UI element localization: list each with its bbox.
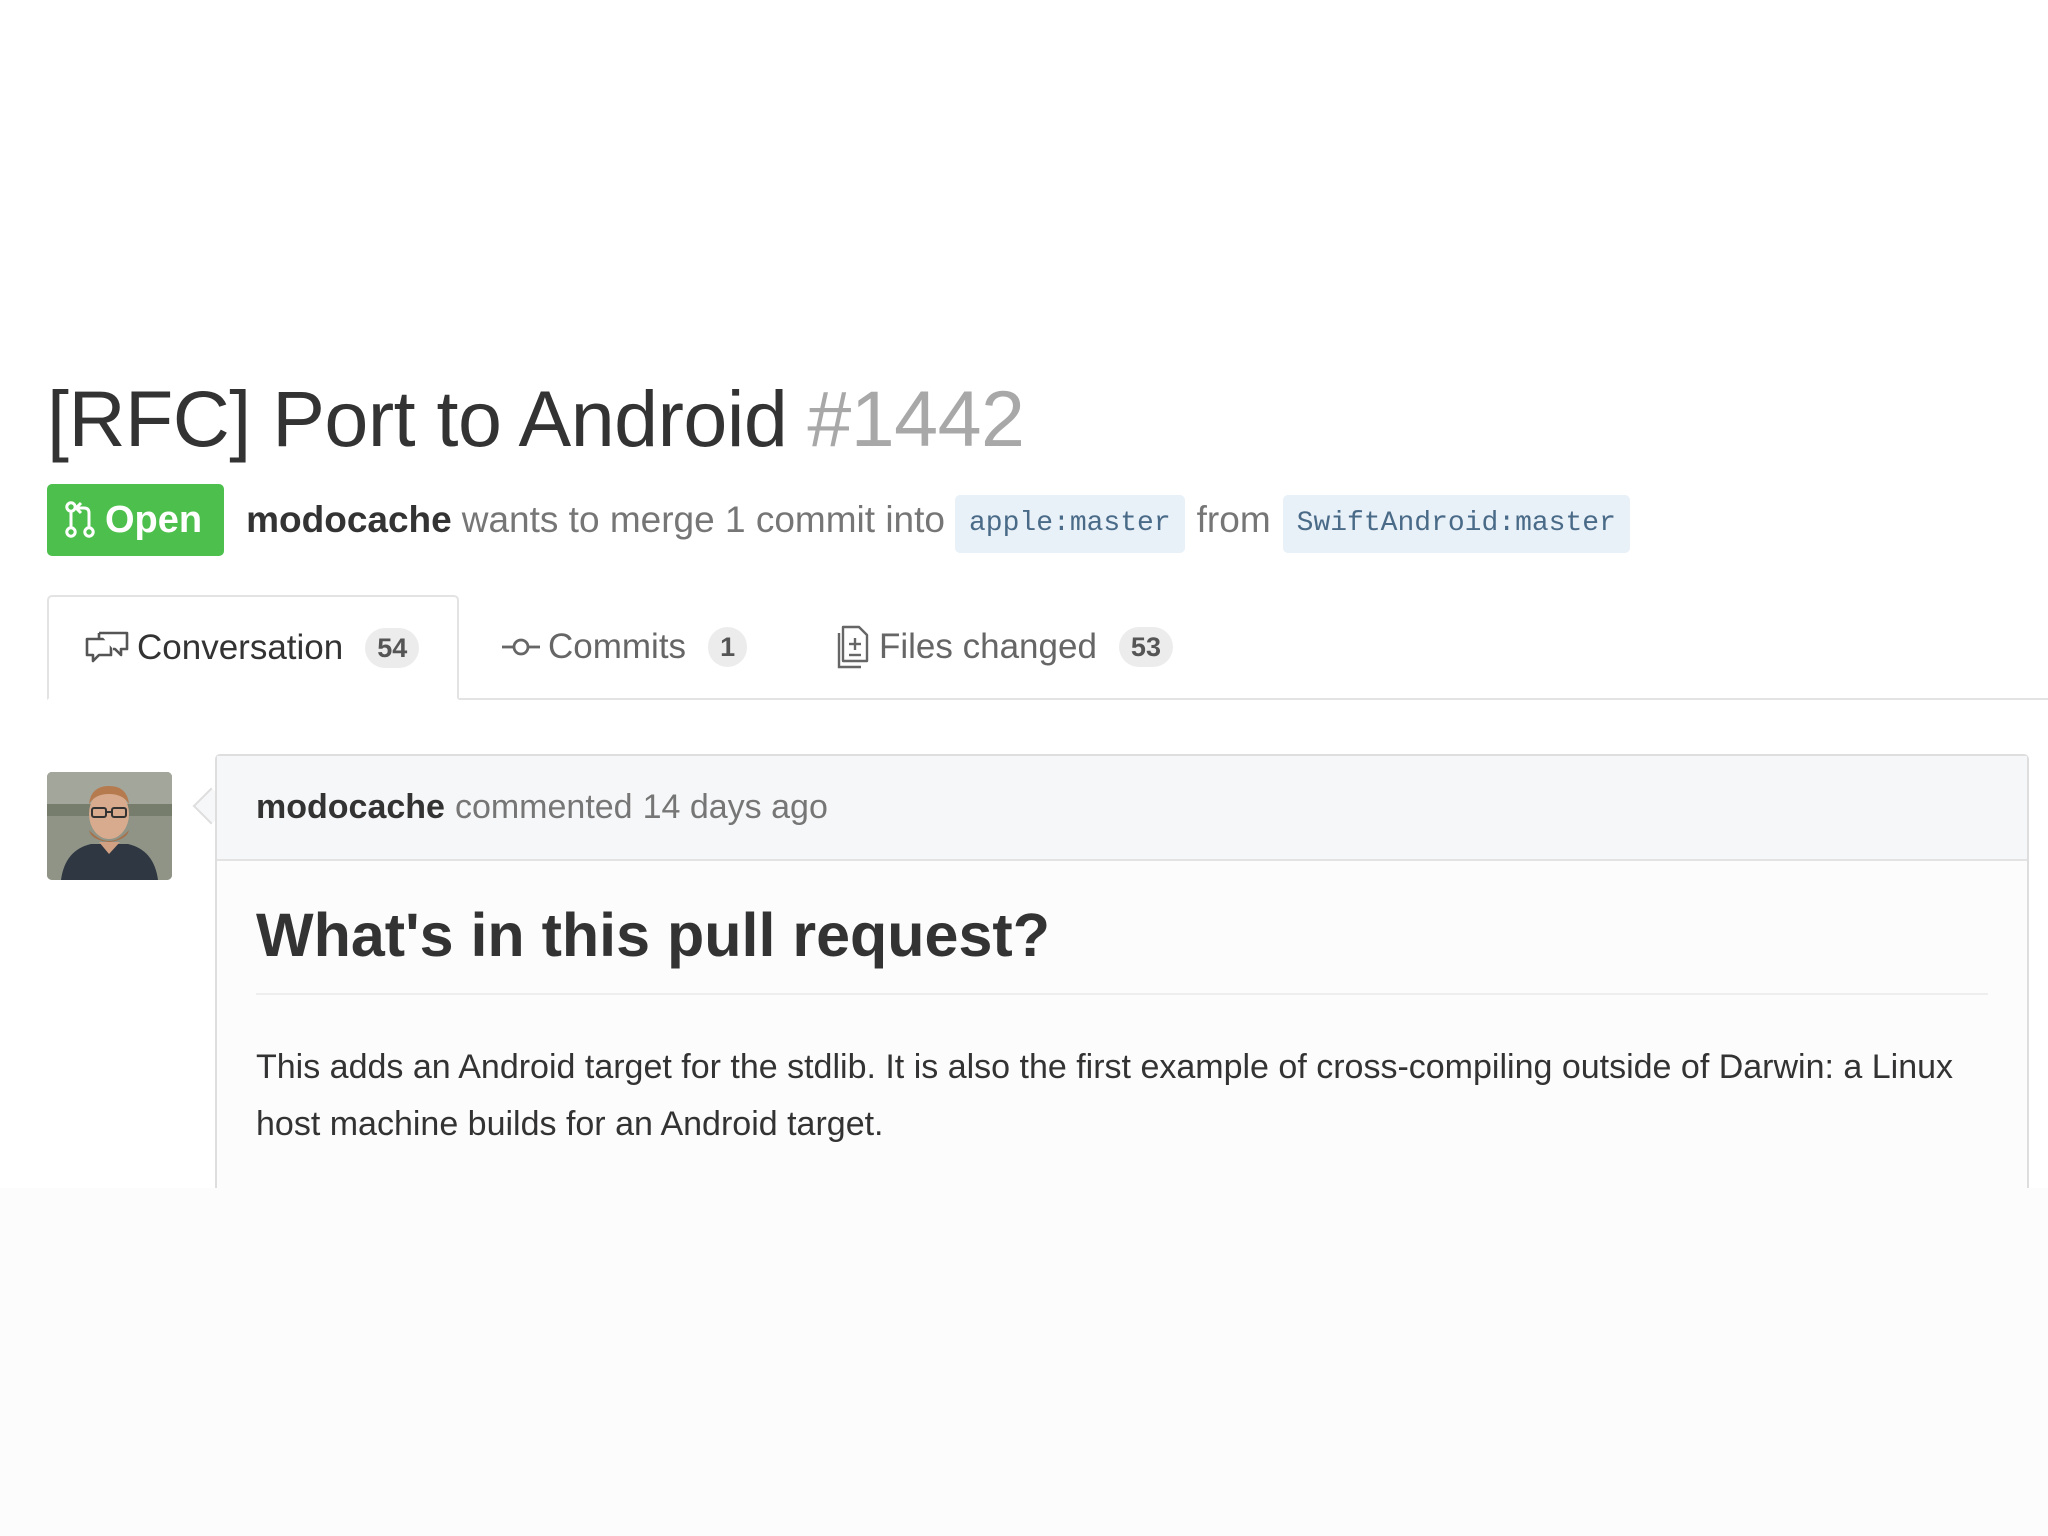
tab-files-changed[interactable]: Files changed 53 xyxy=(835,595,1173,698)
file-diff-icon xyxy=(835,625,879,669)
comment-body: What's in this pull request? This adds a… xyxy=(217,861,2027,1153)
tab-label: Files changed xyxy=(879,626,1097,666)
pr-meta: Open modocache wants to merge 1 commit i… xyxy=(47,484,1640,556)
git-pull-request-icon xyxy=(65,501,105,539)
comment-action: commented xyxy=(454,788,633,826)
comment-author-link[interactable]: modocache xyxy=(256,788,445,827)
base-branch[interactable]: apple:master xyxy=(955,495,1185,553)
commits-count: 1 xyxy=(708,626,748,667)
state-badge: Open xyxy=(47,484,225,556)
state-label: Open xyxy=(105,498,203,541)
comment-paragraph: This adds an Android target for the stdl… xyxy=(256,1048,1954,1143)
pr-number: #1442 xyxy=(807,374,1025,463)
pr-title: [RFC] Port to Android #1442 xyxy=(47,374,1025,464)
conversation-count: 54 xyxy=(365,627,420,668)
pr-tabs: Conversation 54 Commits 1 Files changed … xyxy=(47,595,2048,700)
git-commit-icon xyxy=(502,632,548,662)
comment-timestamp[interactable]: 14 days ago xyxy=(643,788,828,827)
tab-label: Commits xyxy=(548,626,687,666)
from-text: from xyxy=(1196,499,1271,540)
tab-conversation[interactable]: Conversation 54 xyxy=(47,595,460,700)
page-background xyxy=(0,1188,2048,1536)
comment-discussion-icon xyxy=(85,629,137,667)
tab-commits[interactable]: Commits 1 xyxy=(502,595,748,698)
merge-action-text: wants to merge 1 commit into xyxy=(461,499,945,540)
comment: modocache commented 14 days ago What's i… xyxy=(215,754,2029,1188)
tab-label: Conversation xyxy=(137,627,344,667)
files-changed-count: 53 xyxy=(1118,626,1173,667)
pr-author-link[interactable]: modocache xyxy=(246,499,452,541)
merge-summary: modocache wants to merge 1 commit into a… xyxy=(246,491,1640,553)
comment-header: modocache commented 14 days ago xyxy=(217,756,2027,861)
comment-heading: What's in this pull request? xyxy=(256,861,1988,995)
avatar[interactable] xyxy=(47,772,172,880)
head-branch[interactable]: SwiftAndroid:master xyxy=(1282,495,1630,553)
pr-title-text: [RFC] Port to Android xyxy=(47,374,788,463)
